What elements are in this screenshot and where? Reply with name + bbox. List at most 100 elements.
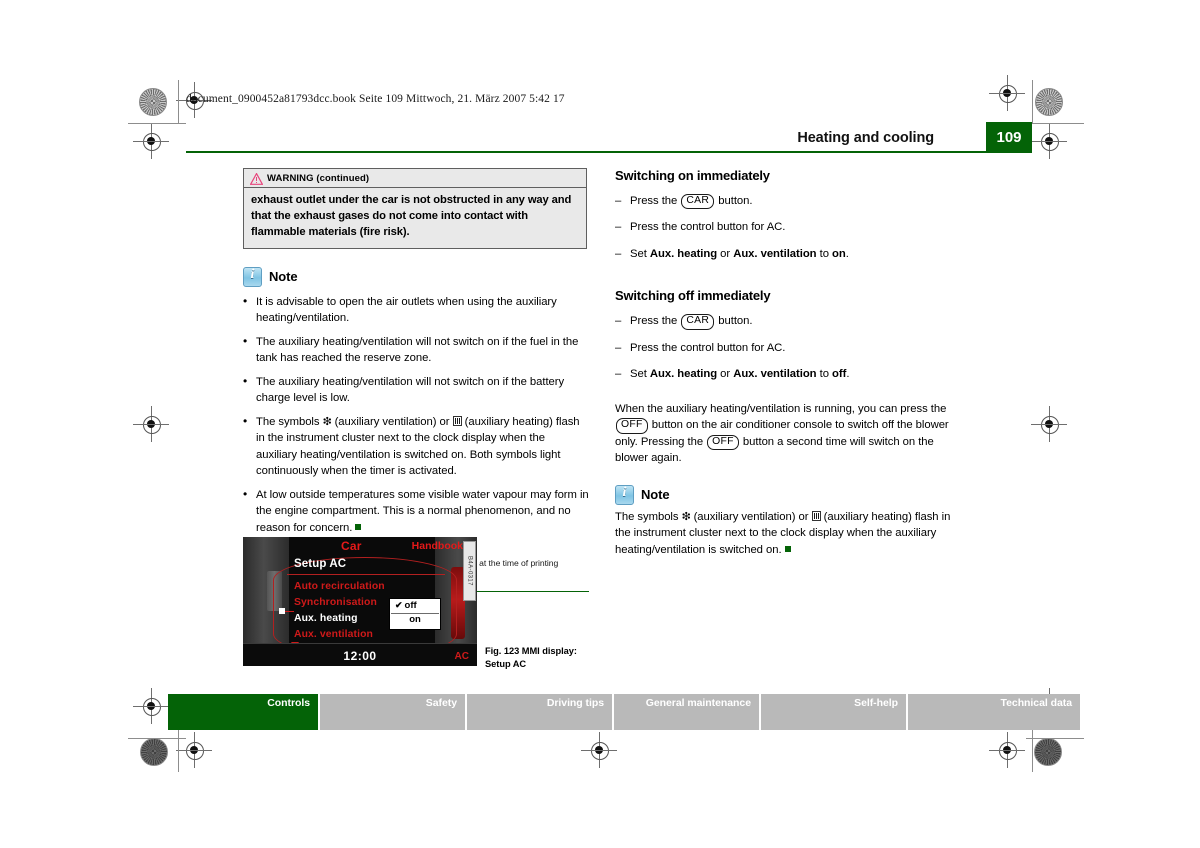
end-of-section-marker: [784, 545, 791, 552]
document-meta-line: document_0900452a81793dcc.book Seite 109…: [186, 93, 565, 105]
value-off-bold: off: [832, 368, 847, 381]
value-on-bold: on: [832, 247, 846, 260]
subheading-switching-on: Switching on immediately: [615, 168, 770, 183]
step-set-aux-off: Set Aux. heating or Aux. ventilation to …: [615, 366, 963, 383]
step-text-post: button.: [715, 195, 753, 207]
figure-caption-line2: Setup AC: [485, 658, 527, 669]
mmi-menu-item-auto-recirculation[interactable]: Auto recirculation: [294, 579, 385, 595]
mmi-display-image: Car Handbook Setup AC Auto recirculation…: [243, 537, 477, 666]
fan-icon: ❇: [322, 415, 332, 428]
note-bullet: The auxiliary heating/ventilation will n…: [243, 373, 589, 407]
crop-hairline-left-h: [128, 123, 186, 124]
mmi-menu-item-aux-ventilation[interactable]: Aux. ventilation: [294, 627, 385, 643]
mmi-ac-indicator: AC: [454, 651, 469, 662]
step-press-control-button-on: Press the control button for AC.: [615, 219, 963, 236]
note-right-body: The symbols ❇ (auxiliary ventilation) or…: [615, 509, 963, 558]
crop-target-left-lower: [133, 688, 169, 724]
mmi-selection-line: [285, 610, 294, 612]
note-right-mid1: (auxiliary ventilation) or: [690, 510, 812, 523]
end-of-section-marker: [355, 523, 362, 530]
step-press-car-button-on: Press the CAR button.: [615, 193, 963, 210]
step-text-pre: Press the: [630, 195, 681, 207]
heater-icon: [452, 415, 462, 426]
registration-circle-top-right: [1035, 88, 1063, 116]
left-column: WARNING (continued) exhaust outlet under…: [243, 168, 589, 593]
info-icon: [243, 266, 262, 287]
note-header-left: Note: [243, 266, 589, 287]
step-set-to: to: [816, 368, 833, 381]
step-set-or: or: [717, 247, 734, 260]
crop-hairline-right-h: [1026, 123, 1084, 124]
registration-circle-top-left: [139, 88, 167, 116]
note-title-left: Note: [269, 269, 298, 285]
subheading-switching-off: Switching off immediately: [615, 288, 771, 304]
step-set-period: .: [846, 368, 850, 381]
aux-ventilation-bold: Aux. ventilation: [733, 247, 817, 260]
info-icon: [615, 484, 634, 505]
step-set-period: .: [845, 247, 849, 260]
crop-hairline-bottom-left-v: [178, 728, 179, 772]
step-text-pre: Press the: [630, 315, 681, 328]
figure-caption-line1: Fig. 123 MMI display:: [485, 646, 577, 656]
step-press-control-button-off: Press the control button for AC.: [615, 340, 963, 357]
mmi-popup-option-on[interactable]: on: [391, 614, 439, 627]
warning-body-text: exhaust outlet under the car is not obst…: [251, 194, 572, 238]
note-right-prefix: The symbols: [615, 510, 682, 523]
tab-self-help[interactable]: Self-help: [761, 694, 908, 730]
mmi-brand-label: Car: [341, 539, 362, 553]
aux-heating-bold: Aux. heating: [649, 368, 718, 381]
mmi-menu-item-synchronisation[interactable]: Synchronisation: [294, 595, 385, 611]
tab-general-maintenance[interactable]: General maintenance: [614, 694, 761, 730]
check-icon: ✔: [395, 600, 403, 610]
heater-icon: [811, 510, 821, 521]
off-button-keycap: OFF: [616, 418, 648, 434]
step-set-pre: Set: [630, 368, 650, 381]
crop-target-right-mid: [1031, 406, 1067, 442]
tab-driving-tips[interactable]: Driving tips: [467, 694, 614, 730]
step-set-or: or: [717, 368, 734, 381]
crop-target-left-upper: [133, 123, 169, 159]
tab-safety[interactable]: Safety: [320, 694, 467, 730]
tab-controls[interactable]: Controls: [168, 694, 320, 730]
crop-target-left-mid: [133, 406, 169, 442]
crop-hairline-bottom-right-h: [1026, 738, 1084, 739]
symbol-sentence-mid: (auxiliary ventilation) or: [331, 415, 453, 428]
running-head-title: Heating and cooling: [797, 130, 934, 146]
mmi-popup-option-off-label: off: [404, 600, 417, 611]
step-press-car-button-off: Press the CAR button.: [615, 313, 963, 330]
mmi-title: Setup AC: [294, 558, 347, 570]
step-set-pre: Set: [630, 247, 650, 260]
off-button-keycap: OFF: [707, 434, 739, 451]
page-number-badge: 109: [986, 122, 1032, 152]
blower-paragraph: When the auxiliary heating/ventilation i…: [615, 401, 963, 467]
note-bullet-final: At low outside temperatures some visible…: [243, 486, 589, 536]
figure-caption: Fig. 123 MMI display: Setup AC: [485, 645, 597, 670]
crop-hairline-right-v: [1032, 80, 1033, 124]
chapter-tab-bar: Controls Safety Driving tips General mai…: [168, 694, 1080, 730]
aux-ventilation-bold: Aux. ventilation: [733, 368, 817, 381]
mmi-popup-menu[interactable]: ✔ off on: [390, 599, 440, 629]
crop-hairline-bottom-right-v: [1032, 728, 1033, 772]
mmi-popup-option-off[interactable]: ✔ off: [391, 600, 439, 615]
mmi-handbook-label: Handbook: [411, 540, 463, 552]
crop-target-bottom-center: [581, 732, 617, 768]
figure-side-code: B4A-0317: [463, 541, 476, 601]
step-set-to: to: [816, 247, 833, 260]
crop-target-top-right: [989, 75, 1025, 111]
mmi-title-rule: [287, 574, 445, 575]
car-button-keycap: CAR: [681, 194, 715, 210]
warning-box: WARNING (continued) exhaust outlet under…: [243, 168, 587, 249]
symbol-sentence-prefix: The symbols: [256, 415, 323, 428]
warning-triangle-icon: [250, 172, 263, 185]
mmi-menu-item-aux-heating[interactable]: Aux. heating: [294, 611, 385, 627]
note-bullet: The auxiliary heating/ventilation will n…: [243, 333, 589, 367]
tab-technical-data[interactable]: Technical data: [908, 694, 1080, 730]
crop-target-bottom-left: [176, 732, 212, 768]
blower-text-1: When the auxiliary heating/ventilation i…: [615, 402, 947, 415]
note-header-right: Note: [615, 484, 963, 505]
note-title-right: Note: [641, 487, 670, 503]
aux-heating-bold: Aux. heating: [649, 247, 718, 260]
note-bullet-symbols: The symbols ❇ (auxiliary ventilation) or…: [243, 413, 589, 480]
crop-hairline-left-v: [178, 80, 179, 124]
registration-circle-bottom-right: [1034, 738, 1062, 766]
